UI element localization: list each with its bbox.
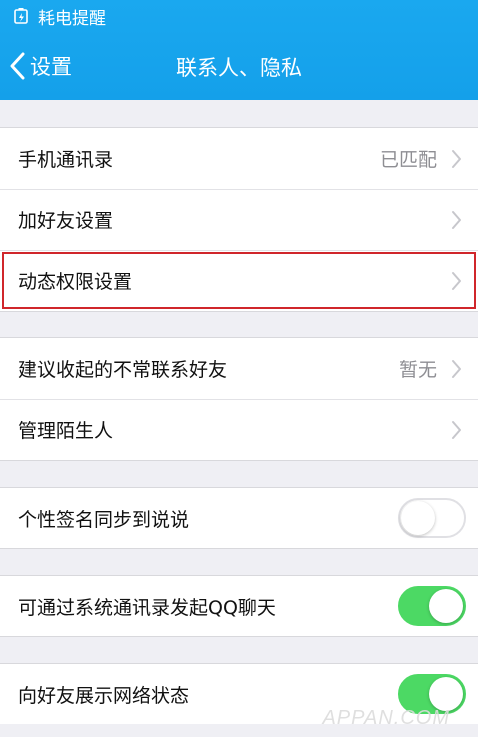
chevron-right-icon bbox=[452, 210, 461, 229]
infrequent-friends-item[interactable]: 建议收起的不常联系好友 暂无 bbox=[0, 338, 478, 399]
toggle-knob bbox=[429, 677, 463, 711]
nav-bar: 设置 联系人、隐私 bbox=[0, 32, 478, 100]
phone-contacts-status: 已匹配 bbox=[379, 149, 437, 171]
contacts-chat-toggle[interactable] bbox=[398, 586, 466, 626]
phone-contacts-label: 手机通讯录 bbox=[18, 149, 114, 171]
network-status-label: 向好友展示网络状态 bbox=[18, 684, 190, 707]
infrequent-friends-status: 暂无 bbox=[398, 359, 437, 381]
header: 耗电提醒 设置 联系人、隐私 bbox=[0, 0, 478, 100]
contacts-chat-item: 可通过系统通讯录发起QQ聊天 bbox=[0, 576, 478, 636]
feed-permission-settings-item[interactable]: 动态权限设置 bbox=[0, 250, 478, 311]
battery-warning-icon bbox=[14, 8, 28, 24]
add-friend-settings-label: 加好友设置 bbox=[18, 210, 114, 232]
friends-management-group: 建议收起的不常联系好友 暂无 管理陌生人 bbox=[0, 337, 478, 461]
back-button[interactable]: 设置 bbox=[8, 50, 72, 82]
signature-sync-label: 个性签名同步到说说 bbox=[18, 508, 190, 531]
chevron-left-icon bbox=[10, 52, 25, 80]
contacts-chat-group: 可通过系统通讯录发起QQ聊天 bbox=[0, 575, 478, 637]
back-button-label: 设置 bbox=[30, 55, 72, 79]
manage-strangers-label: 管理陌生人 bbox=[18, 420, 114, 442]
chevron-right-icon bbox=[452, 420, 461, 439]
signature-sync-group: 个性签名同步到说说 bbox=[0, 487, 478, 549]
watermark: APPAN.COM bbox=[322, 707, 450, 729]
toggle-knob bbox=[429, 589, 463, 623]
status-bar-notice: 耗电提醒 bbox=[38, 8, 106, 29]
feed-permission-settings-label: 动态权限设置 bbox=[18, 271, 133, 293]
add-friend-settings-item[interactable]: 加好友设置 bbox=[0, 189, 478, 250]
chevron-right-icon bbox=[452, 359, 461, 378]
contacts-settings-group: 手机通讯录 已匹配 加好友设置 动态权限设置 bbox=[0, 127, 478, 312]
manage-strangers-item[interactable]: 管理陌生人 bbox=[0, 399, 478, 460]
status-bar: 耗电提醒 bbox=[0, 0, 478, 32]
contacts-chat-label: 可通过系统通讯录发起QQ聊天 bbox=[18, 596, 276, 619]
chevron-right-icon bbox=[452, 271, 461, 290]
signature-sync-toggle[interactable] bbox=[398, 498, 466, 538]
signature-sync-item: 个性签名同步到说说 bbox=[0, 488, 478, 548]
infrequent-friends-label: 建议收起的不常联系好友 bbox=[18, 359, 228, 381]
toggle-knob bbox=[401, 501, 435, 535]
phone-contacts-item[interactable]: 手机通讯录 已匹配 bbox=[0, 128, 478, 189]
chevron-right-icon bbox=[452, 149, 461, 168]
